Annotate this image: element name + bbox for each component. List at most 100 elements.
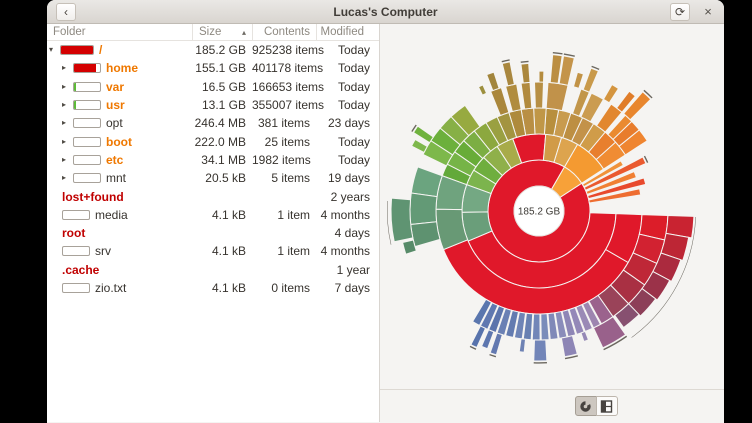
table-row[interactable]: media4.1 kB1 item4 months	[47, 206, 379, 224]
folder-cell: zio.txt	[47, 281, 192, 295]
table-row[interactable]: ▸home155.1 GB401178 itemsToday	[47, 59, 379, 77]
table-row[interactable]: .cache 1 year	[47, 261, 379, 279]
segment-cap	[534, 362, 547, 364]
modified-cell: 4 months	[316, 244, 370, 258]
ring-segment[interactable]	[487, 72, 499, 90]
column-header-modified[interactable]: Modified	[316, 24, 370, 40]
folder-name: srv	[95, 244, 111, 258]
folder-name: opt	[106, 116, 123, 130]
table-row[interactable]: ▸usr13.1 GB355007 itemsToday	[47, 96, 379, 114]
ring-segment[interactable]	[546, 82, 568, 110]
usage-bar	[73, 100, 101, 110]
column-header-contents[interactable]: Contents	[252, 24, 316, 40]
folder-cell: root	[47, 226, 192, 240]
ring-segment[interactable]	[519, 339, 525, 352]
contents-cell: 355007 items	[252, 98, 316, 112]
column-header-folder[interactable]: Folder	[47, 24, 192, 40]
ring-segment[interactable]	[410, 193, 437, 224]
table-row[interactable]: root4 days	[47, 224, 379, 242]
rings-chart[interactable]: 185.2 GB	[380, 24, 724, 390]
contents-cell: 401178 items	[252, 61, 316, 75]
expander-right-icon[interactable]: ▸	[62, 64, 73, 72]
size-cell: 185.2 GB	[192, 43, 252, 57]
segment-cap	[553, 52, 563, 55]
modified-cell: 4 months	[316, 208, 370, 222]
rescan-button[interactable]: ⟳	[670, 3, 690, 21]
refresh-icon: ⟳	[675, 6, 685, 18]
size-cell: 222.0 MB	[192, 135, 252, 149]
ring-segment[interactable]	[521, 63, 530, 83]
expander-right-icon[interactable]: ▸	[62, 138, 73, 146]
expander-right-icon[interactable]: ▸	[62, 83, 73, 91]
size-cell: 20.5 kB	[192, 171, 252, 185]
table-row[interactable]: ▸boot222.0 MB25 itemsToday	[47, 132, 379, 150]
ring-segment[interactable]	[532, 314, 540, 340]
ring-segment[interactable]	[573, 72, 583, 88]
ring-segment[interactable]	[391, 198, 413, 242]
ring-segment[interactable]	[411, 222, 440, 247]
modified-cell: Today	[316, 61, 370, 75]
expander-right-icon[interactable]: ▸	[62, 156, 73, 164]
table-row[interactable]: lost+found 2 years	[47, 187, 379, 205]
size-cell: 4.1 kB	[192, 208, 252, 222]
modified-cell: 1 year	[316, 263, 370, 277]
column-header-size[interactable]: Size ▴	[192, 24, 252, 40]
folder-table: ▾/185.2 GB925238 itemsToday▸home155.1 GB…	[47, 41, 379, 422]
ring-segment[interactable]	[412, 140, 428, 153]
ring-segment[interactable]	[581, 331, 588, 341]
table-row[interactable]: ▸mnt20.5 kB5 items19 days	[47, 169, 379, 187]
ring-segment[interactable]	[561, 336, 577, 357]
folder-name: var	[106, 80, 124, 94]
contents-cell: 25 items	[252, 135, 316, 149]
expander-right-icon[interactable]: ▸	[62, 119, 73, 127]
expander-right-icon[interactable]: ▸	[62, 101, 73, 109]
ring-segment[interactable]	[534, 108, 547, 134]
close-button[interactable]: ×	[701, 5, 715, 18]
folder-cell: .cache	[47, 263, 192, 277]
ring-segment[interactable]	[403, 240, 417, 254]
ring-segment[interactable]	[502, 62, 514, 86]
modified-cell: Today	[316, 43, 370, 57]
modified-cell: 2 years	[316, 190, 370, 204]
ring-segment[interactable]	[506, 84, 522, 112]
ring-segment[interactable]	[604, 85, 619, 103]
modified-cell: 23 days	[316, 116, 370, 130]
table-row[interactable]: ▸opt246.4 MB381 items23 days	[47, 114, 379, 132]
chart-toolbar	[380, 389, 724, 422]
folder-cell: lost+found	[47, 190, 192, 204]
ring-segment[interactable]	[583, 68, 598, 92]
folder-cell: ▸mnt	[47, 171, 192, 185]
table-row[interactable]: ▾/185.2 GB925238 itemsToday	[47, 41, 379, 59]
folder-cell: ▸ boot	[47, 135, 192, 149]
treemap-chart-toggle[interactable]	[596, 396, 618, 416]
folder-name: home	[106, 61, 138, 75]
rings-chart-toggle[interactable]	[575, 396, 597, 416]
table-row[interactable]: srv4.1 kB1 item4 months	[47, 242, 379, 260]
folder-cell: ▸usr	[47, 98, 192, 112]
usage-bar	[62, 283, 90, 293]
folder-name: root	[62, 226, 85, 240]
folder-cell: media	[47, 208, 192, 222]
ring-segment[interactable]	[411, 167, 442, 197]
usage-bar	[73, 173, 101, 183]
table-row[interactable]: ▸etc34.1 MB1982 itemsToday	[47, 151, 379, 169]
ring-segment[interactable]	[534, 340, 547, 361]
column-headers: Folder Size ▴ Contents Modified	[47, 24, 379, 41]
app-window: ‹ Lucas's Computer ⟳ × Folder Size ▴	[47, 0, 724, 423]
usage-bar	[73, 118, 101, 128]
folder-name: boot	[106, 135, 132, 149]
ring-segment[interactable]	[534, 82, 543, 108]
window-title: Lucas's Computer	[47, 5, 724, 19]
ring-segment[interactable]	[539, 71, 544, 82]
ring-segment[interactable]	[521, 82, 532, 109]
ring-segment[interactable]	[491, 88, 509, 116]
expander-down-icon[interactable]: ▾	[49, 46, 60, 54]
table-row[interactable]: ▸var16.5 GB166653 itemsToday	[47, 78, 379, 96]
folder-cell: srv	[47, 244, 192, 258]
table-row[interactable]: zio.txt4.1 kB0 items7 days	[47, 279, 379, 297]
back-button[interactable]: ‹	[56, 3, 76, 21]
folder-name: lost+found	[62, 190, 124, 204]
ring-segment[interactable]	[479, 85, 487, 95]
expander-right-icon[interactable]: ▸	[62, 174, 73, 182]
usage-bar	[73, 63, 101, 73]
